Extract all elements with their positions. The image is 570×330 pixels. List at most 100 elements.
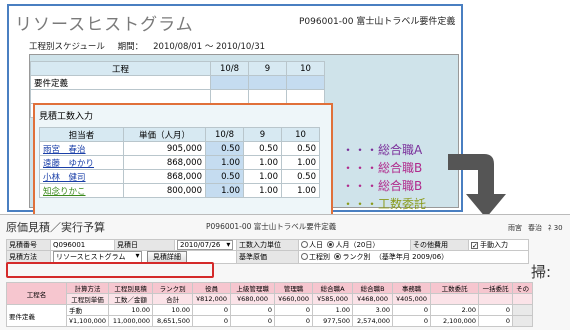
schedule-header-month: 9 — [248, 61, 287, 76]
effort-cell[interactable]: 0.50 — [281, 169, 320, 184]
schedule-cell[interactable] — [248, 75, 287, 90]
cost-cell: Ұ1,100,000 — [65, 315, 110, 327]
schedule-cell[interactable] — [210, 89, 249, 104]
method-highlight-box — [6, 262, 214, 278]
cost-cell[interactable]: 0 — [392, 304, 432, 316]
schedule-cell[interactable] — [248, 89, 287, 104]
cost-cell: 11,000,000 — [108, 315, 154, 327]
unit-radio-month[interactable] — [327, 241, 335, 248]
schedule-process-name: 要件定義 — [30, 75, 211, 90]
cost-cell: 8,651,500 — [152, 315, 194, 327]
cost-cell[interactable]: 0 — [478, 304, 514, 316]
cost-subheader: Ұ405,000 — [392, 293, 432, 305]
resource-histogram-title: リソースヒストグラム — [15, 15, 194, 35]
manual-input-checkbox[interactable]: ✓ — [471, 242, 478, 250]
effort-cell[interactable]: 0.50 — [243, 141, 282, 156]
effort-cell[interactable]: 0.50 — [205, 141, 244, 156]
cost-header: 工程別見積 — [108, 282, 154, 294]
base-radio-process[interactable] — [301, 253, 308, 260]
schedule-cell[interactable] — [210, 75, 249, 90]
cost-cell: 2,574,000 — [352, 315, 394, 327]
schedule-cell[interactable] — [286, 75, 325, 90]
cost-cell[interactable]: 10.00 — [108, 304, 154, 316]
category-label: ・・・総合職B — [342, 179, 423, 193]
effort-cell[interactable]: 1.00 — [243, 155, 282, 170]
person-link[interactable]: 知念りかこ — [43, 187, 86, 197]
person-link[interactable]: 小林 健司 — [43, 173, 86, 183]
unit-price: 800,000 — [123, 183, 206, 198]
cost-cell[interactable]: 3.00 — [352, 304, 394, 316]
cost-header: 事務職 — [392, 282, 432, 294]
resource-histogram-panel: リソースヒストグラム P096001-00 富士山トラベル要件定義 工程別スケジ… — [7, 4, 463, 216]
cost-cell[interactable]: 0 — [192, 304, 232, 316]
estimate-no-field[interactable]: Q096001 — [50, 239, 115, 251]
effort-cell[interactable]: 0.50 — [205, 169, 244, 184]
down-arrow-icon — [448, 154, 506, 218]
estimate-no-label: 見積番号 — [6, 239, 51, 251]
cost-header: 計算方法 — [65, 282, 110, 294]
cost-cell: 2,100,000 — [430, 315, 480, 327]
estimate-date-label: 見積日 — [114, 239, 175, 251]
cost-header: 総合職B — [352, 282, 394, 294]
estimate-header-month: 10/8 — [205, 127, 244, 142]
cost-cell: 手動 — [65, 304, 110, 316]
effort-cell[interactable]: 1.00 — [243, 169, 282, 184]
cost-cell — [512, 315, 534, 327]
category-label: ・・・総合職B — [342, 161, 423, 175]
cost-header: 上級管理職 — [230, 282, 276, 294]
cost-header: 工数委託 — [430, 282, 480, 294]
unit-price: 905,000 — [123, 141, 206, 156]
cost-cell: 10.00 — [152, 304, 194, 316]
table-row: 要件定義 — [30, 75, 325, 90]
cost-header: 役員 — [192, 282, 232, 294]
cost-header: 総合職A — [312, 282, 354, 294]
cost-cell[interactable]: 2.00 — [430, 304, 480, 316]
effort-cell[interactable]: 1.00 — [281, 155, 320, 170]
person-link[interactable]: 雨宮 春治 — [43, 145, 86, 155]
cost-header: 管理職 — [274, 282, 314, 294]
person-link[interactable]: 遠藤 ゆかり — [43, 159, 94, 169]
cost-cell: 0 — [192, 315, 232, 327]
period-label: 期間： — [117, 42, 144, 52]
cost-header: 工程名 — [6, 282, 67, 305]
unit-radio-day[interactable] — [301, 241, 308, 248]
base-radio-rank[interactable] — [334, 253, 342, 260]
cost-cell: 977,500 — [312, 315, 354, 327]
project-label: P096001-00 富士山トラベル要件定義 — [299, 17, 456, 27]
cost-cell: 0 — [478, 315, 514, 327]
user-info: 雨宮 春治ﾈ 30 — [508, 224, 563, 232]
unit-label: 工数入力単位 — [236, 239, 299, 251]
cost-subheader: Ұ812,000 — [192, 293, 232, 305]
unit-price: 868,000 — [123, 169, 206, 184]
effort-cell[interactable]: 0.50 — [281, 141, 320, 156]
estimate-table: 担当者 単価（人月） 10/8 9 10 雨宮 春治 905,000 0.50 … — [39, 127, 320, 198]
table-row — [30, 89, 325, 104]
cost-subheader — [430, 293, 480, 305]
estimate-form: 見積番号 Q096001 見積日 2010/07/26 工数入力単位 人日 人月… — [6, 239, 529, 264]
cost-cell[interactable]: 1.00 — [312, 304, 354, 316]
base-year: （基準年月 2009/06） — [374, 253, 449, 261]
estimate-input-box: 見積工数入力 担当者 単価（人月） 10/8 9 10 雨宮 春治 905,00… — [33, 103, 333, 216]
effort-cell[interactable]: 1.00 — [281, 183, 320, 198]
schedule-cell[interactable] — [286, 89, 325, 104]
cost-cell[interactable]: 0 — [274, 304, 314, 316]
partial-label: 掃: — [531, 263, 552, 281]
cost-cell[interactable]: 0 — [230, 304, 276, 316]
schedule-label: 工程別スケジュール — [29, 42, 105, 52]
table-row: Ұ1,100,000 11,000,000 8,651,500 0 0 0 97… — [7, 315, 534, 327]
process-name: 要件定義 — [6, 304, 67, 327]
estimate-date-select[interactable]: 2010/07/26 — [177, 240, 234, 250]
unit-price: 868,000 — [123, 155, 206, 170]
schedule-header-month: 10 — [286, 61, 325, 76]
table-row: 小林 健司 868,000 0.50 1.00 0.50 — [39, 169, 320, 184]
effort-cell[interactable]: 1.00 — [243, 183, 282, 198]
estimate-header-price: 単価（人月） — [123, 127, 206, 142]
effort-cell[interactable]: 1.00 — [205, 155, 244, 170]
cost-subheader: Ұ680,000 — [230, 293, 276, 305]
cost-estimate-title: 原価見積／実行予算 — [6, 221, 105, 234]
cost-table: 工程名 計算方法 工程別見積 ランク別 役員 上級管理職 管理職 総合職A 総合… — [6, 282, 534, 327]
effort-cell[interactable]: 1.00 — [205, 183, 244, 198]
cost-cell — [512, 304, 534, 316]
cost-subheader: Ұ585,000 — [312, 293, 354, 305]
estimate-input-title: 見積工数入力 — [39, 112, 94, 122]
